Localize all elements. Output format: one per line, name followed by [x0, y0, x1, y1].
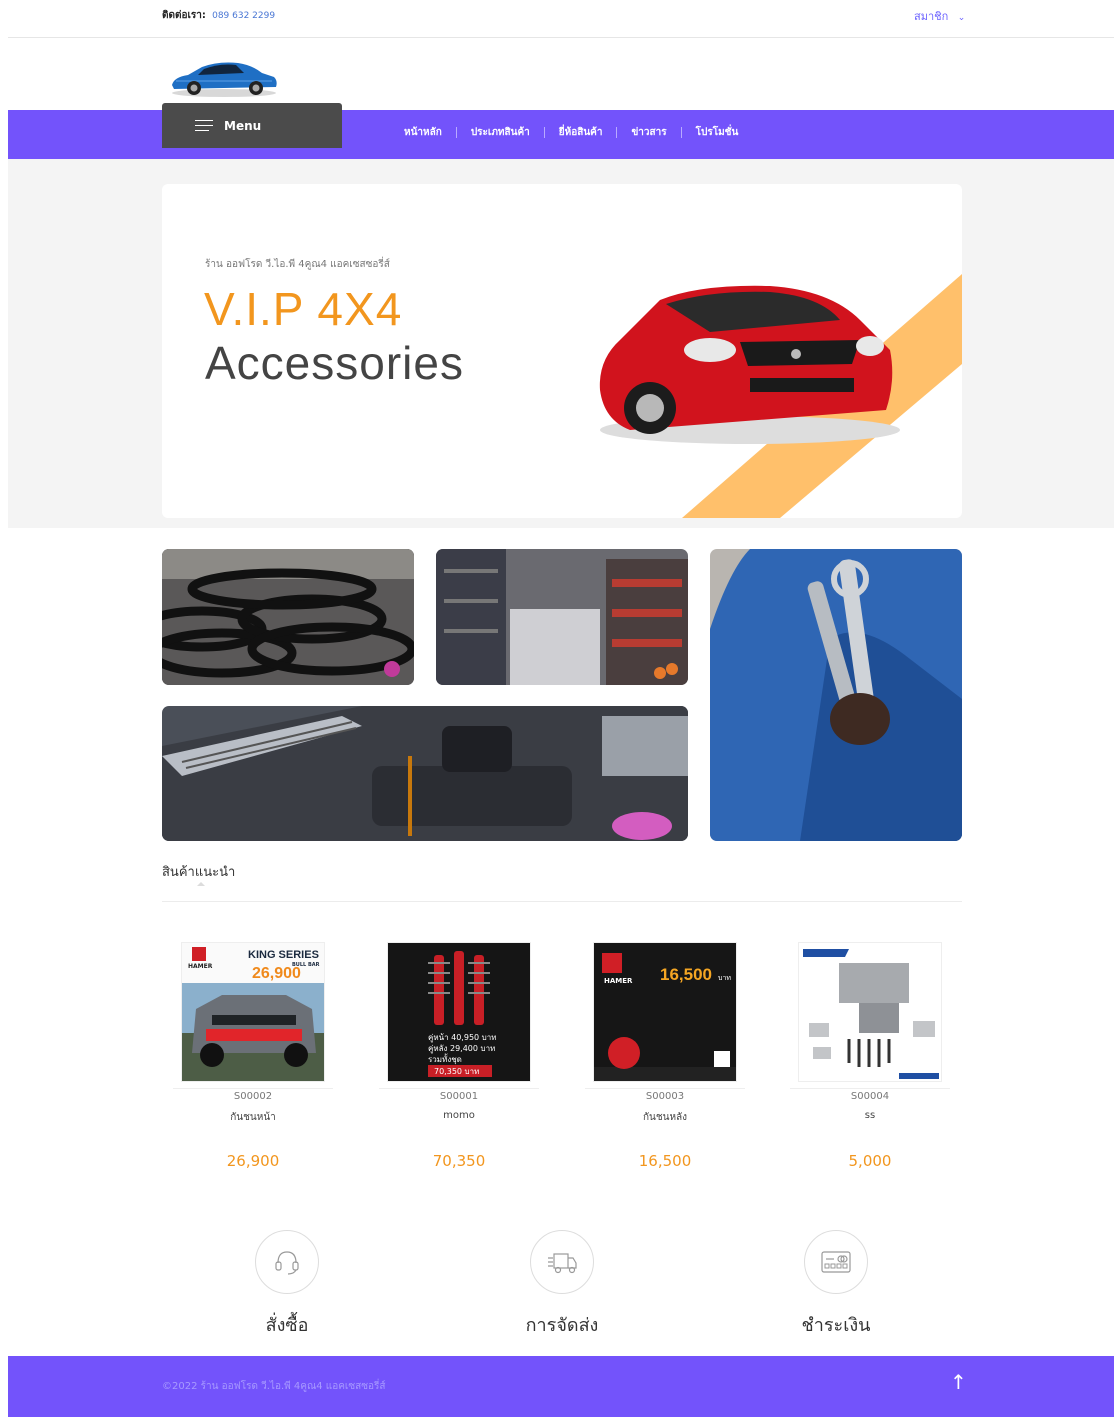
- nav-links: หน้าหลัก ประเภทสินค้า ยี่ห้อสินค้า ข่าวส…: [396, 125, 746, 140]
- mechanic-wrench-photo: [710, 549, 962, 841]
- product-image-total: 70,350 บาท: [434, 1067, 480, 1076]
- feature-payment[interactable]: ชำระเงิน: [736, 1230, 936, 1339]
- product-name[interactable]: กันชนหน้า: [173, 1110, 333, 1124]
- car-logo-icon: [172, 62, 277, 97]
- hero-title-vip: V.I.P 4X4: [204, 283, 403, 335]
- product-code: S00003: [585, 1088, 745, 1102]
- product-code: S00002: [173, 1088, 333, 1102]
- nav-item-news[interactable]: ข่าวสาร: [623, 125, 674, 140]
- chevron-down-icon: ⌄: [957, 13, 966, 23]
- hamburger-icon: [195, 120, 213, 132]
- hero-shop-name: ร้าน ออฟโรด วี.ไอ.พี 4คูณ4 แอคเซสซอรี่ส์: [205, 259, 390, 270]
- product-price: 26,900: [226, 1152, 280, 1170]
- contact-label: ติดต่อเรา:: [162, 10, 206, 21]
- nav-item-brands[interactable]: ยี่ห้อสินค้า: [551, 125, 611, 140]
- engine-oil-photo: [162, 706, 688, 841]
- product-code: S00001: [379, 1088, 539, 1102]
- store-photo: [436, 549, 688, 685]
- product-price: 5,000: [848, 1152, 892, 1170]
- nav-separator: [616, 127, 618, 138]
- hero-red-car-image: [599, 285, 900, 444]
- gallery-image-tires[interactable]: [162, 549, 414, 685]
- product-image-unit: บาท: [718, 974, 731, 982]
- site-logo[interactable]: [168, 55, 280, 99]
- phone-link[interactable]: 089 632 2299: [212, 11, 275, 21]
- feature-title: ชำระเงิน: [801, 1315, 871, 1336]
- hero-title-accessories: Accessories: [205, 337, 464, 389]
- site-footer: ©2022 ร้าน ออฟโรด วี.ไอ.พี 4คูณ4 แอคเซสซ…: [8, 1356, 1114, 1417]
- section-divider: [162, 901, 962, 902]
- product-card[interactable]: HAMER KING SERIES BULL BAR 26,900 S00002…: [173, 942, 333, 1170]
- tires-photo: [162, 549, 414, 685]
- feature-icon-circle: [804, 1230, 868, 1294]
- product-image-price: 26,900: [252, 965, 301, 982]
- nav-separator: [455, 127, 457, 138]
- product-code: S00004: [790, 1088, 950, 1102]
- product-name[interactable]: ss: [790, 1110, 950, 1124]
- footer-copyright: ©2022 ร้าน ออฟโรด วี.ไอ.พี 4คูณ4 แอคเซสซ…: [162, 1381, 386, 1392]
- product-image-brand: HAMER: [604, 977, 633, 985]
- nav-separator: [680, 127, 682, 138]
- back-to-top-arrow-icon[interactable]: ↑: [950, 1370, 967, 1394]
- product-card[interactable]: คู่หน้า 40,950 บาท คู่หลัง 29,400 บาท รว…: [379, 942, 539, 1170]
- nav-separator: [543, 127, 545, 138]
- member-label: สมาชิก: [914, 10, 949, 23]
- recommended-section-title: สินค้าแนะนำ: [162, 865, 236, 880]
- nav-item-home[interactable]: หน้าหลัก: [396, 125, 450, 140]
- feature-order[interactable]: สั่งซื้อ: [187, 1230, 387, 1339]
- product-image-title: KING SERIES: [248, 949, 319, 961]
- credit-card-icon: [821, 1251, 851, 1273]
- product-card[interactable]: HAMER 16,500 บาท S00003 กันชนหลัง 16,500: [585, 942, 745, 1170]
- menu-button[interactable]: Menu: [162, 103, 342, 148]
- product-price: 16,500: [638, 1152, 692, 1170]
- feature-icon-circle: [255, 1230, 319, 1294]
- gallery-image-store[interactable]: [436, 549, 688, 685]
- product-price: 70,350: [432, 1152, 486, 1170]
- contact-info: ติดต่อเรา: 089 632 2299: [162, 8, 275, 23]
- product-image[interactable]: คู่หน้า 40,950 บาท คู่หลัง 29,400 บาท รว…: [387, 942, 531, 1082]
- product-image-brand: HAMER: [188, 963, 213, 970]
- delivery-truck-icon: [548, 1253, 577, 1274]
- product-image-price: 16,500: [660, 965, 712, 984]
- member-dropdown[interactable]: สมาชิก ⌄: [914, 7, 965, 25]
- rear-bumper-product-photo: [594, 943, 736, 1081]
- product-name[interactable]: momo: [379, 1110, 539, 1124]
- headset-icon: [275, 1251, 299, 1275]
- product-image[interactable]: [798, 942, 942, 1082]
- top-contact-bar: ติดต่อเรา: 089 632 2299 สมาชิก ⌄: [8, 0, 1114, 38]
- product-image[interactable]: HAMER KING SERIES BULL BAR 26,900: [181, 942, 325, 1082]
- nav-item-categories[interactable]: ประเภทสินค้า: [463, 125, 538, 140]
- product-card[interactable]: S00004 ss 5,000: [790, 942, 950, 1170]
- feature-title: การจัดส่ง: [525, 1315, 599, 1336]
- hero-banner[interactable]: ร้าน ออฟโรด วี.ไอ.พี 4คูณ4 แอคเซสซอรี่ส์…: [162, 184, 962, 518]
- menu-label: Menu: [224, 119, 262, 133]
- product-name[interactable]: กันชนหลัง: [585, 1110, 745, 1124]
- feature-title: สั่งซื้อ: [265, 1315, 309, 1336]
- nav-item-promotions[interactable]: โปรโมชั่น: [688, 125, 747, 140]
- feature-delivery[interactable]: การจัดส่ง: [462, 1230, 662, 1339]
- product-image[interactable]: HAMER 16,500 บาท: [593, 942, 737, 1082]
- gallery-image-engine[interactable]: [162, 706, 688, 841]
- gallery-image-mechanic[interactable]: [710, 549, 962, 841]
- caret-up-icon: [197, 882, 205, 886]
- lift-kit-product-photo: [799, 943, 941, 1081]
- feature-icon-circle: [530, 1230, 594, 1294]
